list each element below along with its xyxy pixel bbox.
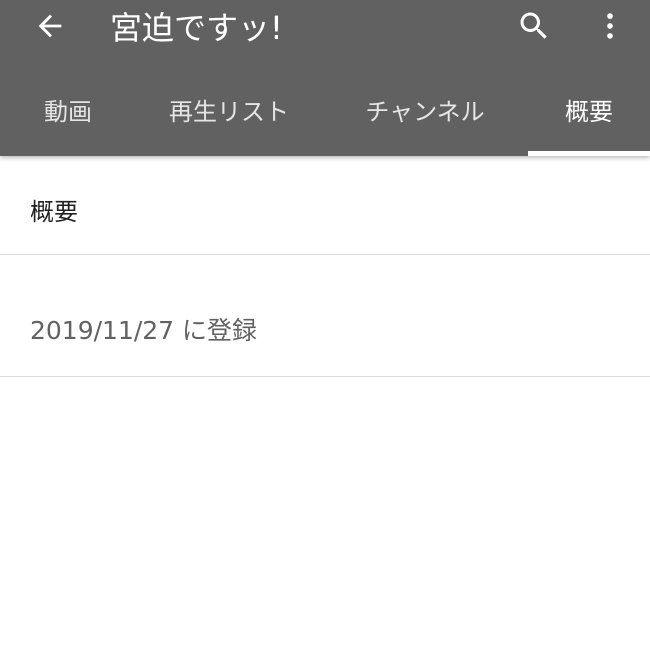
tab-channels[interactable]: チャンネル xyxy=(322,86,528,156)
more-options-button[interactable] xyxy=(586,2,634,50)
search-button[interactable] xyxy=(508,2,560,50)
channel-title: 宮迫ですッ! xyxy=(110,9,283,47)
arrow-left-icon xyxy=(38,14,62,38)
search-icon xyxy=(520,12,547,39)
app-bar: 宮迫ですッ! 動画 再生リスト チャンネル 概要 xyxy=(0,0,650,156)
tab-playlists[interactable]: 再生リスト xyxy=(136,86,322,156)
divider xyxy=(0,376,650,377)
joined-date: 2019/11/27 に登録 xyxy=(30,316,258,345)
toolbar: 宮迫ですッ! xyxy=(0,0,650,56)
more-vertical-icon xyxy=(607,13,613,39)
divider xyxy=(0,254,650,255)
about-heading: 概要 xyxy=(30,198,78,226)
active-tab-indicator xyxy=(528,151,650,156)
back-button[interactable] xyxy=(22,2,78,50)
tab-bar: 動画 再生リスト チャンネル 概要 xyxy=(0,86,650,156)
tab-videos[interactable]: 動画 xyxy=(0,86,136,156)
tab-about[interactable]: 概要 xyxy=(528,86,650,156)
